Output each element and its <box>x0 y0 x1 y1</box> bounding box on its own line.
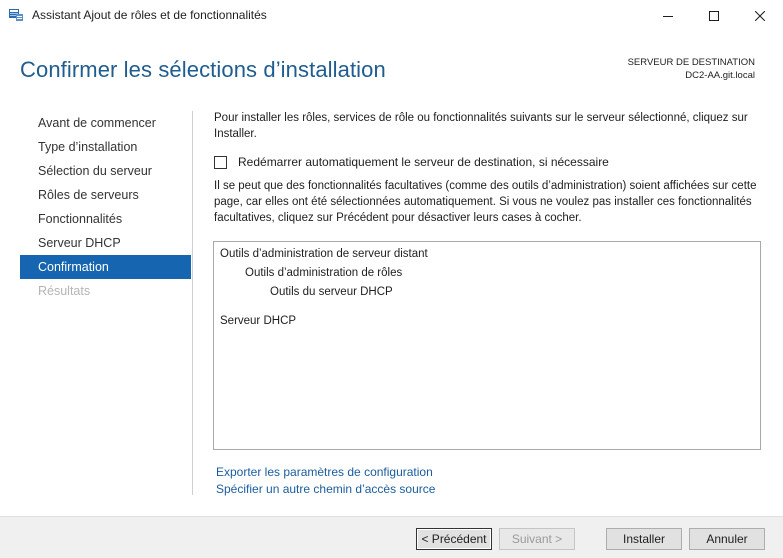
list-item: Outils du serveur DHCP <box>270 286 393 298</box>
list-item: Serveur DHCP <box>220 315 297 327</box>
previous-button[interactable]: < Précédent <box>416 528 492 550</box>
list-item: Outils d’administration de rôles <box>245 267 403 279</box>
window-title: Assistant Ajout de rôles et de fonctionn… <box>32 8 267 22</box>
destination-server-name: DC2-AA.git.local <box>685 70 755 81</box>
optional-features-note: Il se peut que des fonctionnalités facul… <box>214 180 757 224</box>
nav-item-confirmation[interactable]: Confirmation <box>20 255 191 279</box>
nav-item-avant-de-commencer[interactable]: Avant de commencer <box>20 111 191 135</box>
nav-item-resultats: Résultats <box>38 284 91 298</box>
nav-item-serveur-dhcp[interactable]: Serveur DHCP <box>20 231 191 255</box>
nav-item-type-installation[interactable]: Type d’installation <box>20 135 191 159</box>
restart-checkbox[interactable] <box>214 155 227 169</box>
server-manager-icon <box>8 8 24 22</box>
intro-text: Pour installer les rôles, services de rô… <box>214 112 748 140</box>
maximize-button[interactable] <box>691 0 737 31</box>
cancel-button[interactable]: Annuler <box>689 528 765 550</box>
nav-item-fonctionnalites[interactable]: Fonctionnalités <box>20 207 191 231</box>
wizard-footer: < Précédent Suivant > Installer Annuler <box>0 516 783 558</box>
destination-server-label: SERVEUR DE DESTINATION <box>627 57 755 68</box>
wizard-steps-nav: Avant de commencer Type d’installation S… <box>20 111 191 303</box>
restart-checkbox-label[interactable]: Redémarrer automatiquement le serveur de… <box>238 155 609 169</box>
maximize-icon <box>709 10 719 21</box>
nav-item-roles-serveurs[interactable]: Rôles de serveurs <box>20 183 191 207</box>
close-icon <box>755 10 765 21</box>
sidebar-divider <box>192 111 193 495</box>
nav-item-selection-serveur[interactable]: Sélection du serveur <box>20 159 191 183</box>
minimize-icon <box>663 15 673 17</box>
install-button[interactable]: Installer <box>606 528 682 550</box>
wizard-header: Confirmer les sélections d’installation … <box>0 31 783 103</box>
list-item: Outils d’administration de serveur dista… <box>220 248 428 260</box>
minimize-button[interactable] <box>645 0 691 31</box>
export-settings-link[interactable]: Exporter les paramètres de configuration <box>216 465 433 479</box>
alternate-source-link[interactable]: Spécifier un autre chemin d’accès source <box>216 482 435 496</box>
close-button[interactable] <box>737 0 783 31</box>
next-button: Suivant > <box>499 528 575 550</box>
title-bar: Assistant Ajout de rôles et de fonctionn… <box>0 0 783 31</box>
page-title: Confirmer les sélections d’installation <box>20 57 386 82</box>
selections-list[interactable]: Outils d’administration de serveur dista… <box>213 241 761 450</box>
restart-option: Redémarrer automatiquement le serveur de… <box>214 155 609 169</box>
